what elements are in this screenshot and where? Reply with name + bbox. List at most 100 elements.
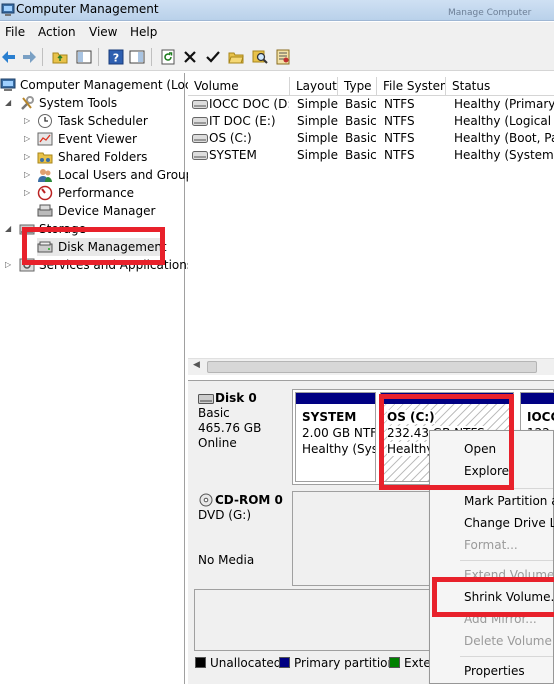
svg-text:?: ? xyxy=(113,52,119,65)
refresh-icon[interactable] xyxy=(160,49,176,65)
performance-icon xyxy=(37,185,53,201)
properties-icon[interactable] xyxy=(275,49,291,65)
drive-icon xyxy=(192,151,208,160)
clock-icon xyxy=(38,114,52,128)
column-header-status[interactable]: Status xyxy=(446,77,554,96)
menu-view[interactable]: View xyxy=(89,25,117,39)
column-header-volume[interactable]: Volume xyxy=(188,77,290,96)
show-hide-console-tree-icon[interactable] xyxy=(76,49,92,65)
expand-arrow-icon[interactable]: ▷ xyxy=(24,134,30,143)
tree-label-device-manager: Device Manager xyxy=(58,204,156,218)
volume-name: OS (C:) xyxy=(209,131,252,145)
tree-item-system-tools[interactable]: System Tools xyxy=(19,94,185,112)
background-window-title: Manage Computer xyxy=(448,8,532,18)
toolbar: ? xyxy=(0,43,554,71)
tree-item-computer-management[interactable]: Computer Management (Local xyxy=(0,76,202,94)
red-highlight-disk-management xyxy=(22,227,165,265)
partition-size: 2.00 GB NTFS xyxy=(302,426,375,440)
partition-name: IOCC xyxy=(527,410,554,424)
search-icon[interactable] xyxy=(252,49,268,65)
volume-fs: NTFS xyxy=(384,97,415,111)
column-header-file-system[interactable]: File System xyxy=(377,77,446,96)
tree-label-task-scheduler: Task Scheduler xyxy=(58,114,148,128)
volume-name: IT DOC (E:) xyxy=(209,114,276,128)
volume-name: SYSTEM xyxy=(209,148,257,162)
red-highlight-shrink-volume xyxy=(432,577,554,617)
open-folder-icon[interactable] xyxy=(228,49,244,65)
menu-item-delete-volume[interactable]: Delete Volume... xyxy=(464,634,554,648)
menu-action[interactable]: Action xyxy=(38,25,76,39)
volume-name: IOCC DOC (D:) xyxy=(209,97,289,111)
expand-arrow-icon[interactable]: ▷ xyxy=(5,260,11,269)
show-hide-action-pane-icon[interactable] xyxy=(129,49,145,65)
help-icon[interactable]: ? xyxy=(108,49,124,65)
column-header-type[interactable]: Type xyxy=(338,77,377,96)
menu-item-format[interactable]: Format... xyxy=(464,538,518,552)
scrollbar-thumb[interactable] xyxy=(207,361,537,373)
forward-arrow-icon[interactable] xyxy=(21,49,37,65)
table-row[interactable]: IOCC DOC (D:) Simple Basic NTFS Healthy … xyxy=(188,96,554,113)
collapse-arrow-icon[interactable]: ◢ xyxy=(5,224,11,233)
legend-primary-swatch xyxy=(279,657,290,668)
collapse-arrow-icon[interactable]: ◢ xyxy=(5,98,11,107)
toolbar-separator xyxy=(42,48,43,66)
cdrom-0-name: CD-ROM 0 xyxy=(215,493,283,507)
tree-label-local-users: Local Users and Groups xyxy=(58,168,200,182)
console-tree: Computer Management (Local ◢ System Tool… xyxy=(0,73,202,684)
table-row[interactable]: IT DOC (E:) Simple Basic NTFS Healthy (L… xyxy=(188,113,554,130)
cd-rom-icon xyxy=(199,493,213,507)
menu-item-mark-active[interactable]: Mark Partition as xyxy=(464,494,554,508)
tree-item-task-scheduler[interactable]: Task Scheduler xyxy=(37,112,185,130)
legend-unallocated-label: Unallocated xyxy=(210,656,282,670)
up-folder-icon[interactable] xyxy=(52,49,68,65)
volume-type: Basic xyxy=(345,148,377,162)
legend-primary-label: Primary partition xyxy=(294,656,396,670)
volume-layout: Simple xyxy=(297,131,338,145)
primary-partition-bar xyxy=(521,393,554,404)
tree-item-shared-folders[interactable]: Shared Folders xyxy=(37,148,185,166)
expand-arrow-icon[interactable]: ▷ xyxy=(24,188,30,197)
expand-arrow-icon[interactable]: ▷ xyxy=(24,116,30,125)
tree-item-local-users[interactable]: Local Users and Groups xyxy=(37,166,200,184)
menu-separator xyxy=(460,656,553,657)
hard-disk-icon xyxy=(198,394,214,404)
cdrom-0-media: No Media xyxy=(198,553,255,567)
menu-bar: File Action View Help xyxy=(0,22,554,43)
disk-0-name: Disk 0 xyxy=(215,391,257,405)
users-icon xyxy=(38,169,52,182)
menu-file[interactable]: File xyxy=(5,25,25,39)
expand-arrow-icon[interactable]: ▷ xyxy=(24,170,30,179)
disk-0-label[interactable]: Disk 0 Basic 465.76 GB Online xyxy=(194,389,292,485)
volume-type: Basic xyxy=(345,97,377,111)
volume-fs: NTFS xyxy=(384,148,415,162)
back-arrow-icon[interactable] xyxy=(1,49,17,65)
device-manager-icon xyxy=(37,204,53,217)
volume-status: Healthy (Boot, Pag xyxy=(454,131,554,145)
delete-icon[interactable] xyxy=(182,49,198,65)
menu-help[interactable]: Help xyxy=(130,25,157,39)
expand-arrow-icon[interactable]: ▷ xyxy=(24,152,30,161)
tree-item-device-manager[interactable]: Device Manager xyxy=(37,202,185,220)
primary-partition-bar xyxy=(296,393,375,404)
tree-item-performance[interactable]: Performance xyxy=(37,184,185,202)
volume-status: Healthy (Logical Dr xyxy=(454,114,554,128)
column-header-layout[interactable]: Layout xyxy=(290,77,338,96)
scroll-left-arrow-icon[interactable]: ◀ xyxy=(193,360,200,370)
drive-icon xyxy=(192,117,208,126)
volume-status: Healthy (System, A xyxy=(454,148,554,162)
tree-label-event-viewer: Event Viewer xyxy=(58,132,137,146)
menu-item-change-drive-letter[interactable]: Change Drive Let xyxy=(464,516,554,530)
table-row[interactable]: SYSTEM Simple Basic NTFS Healthy (System… xyxy=(188,147,554,164)
legend-unallocated-swatch xyxy=(195,657,206,668)
title-bar: Computer Management Manage Computer xyxy=(0,0,554,21)
partition-system[interactable]: SYSTEM 2.00 GB NTFS Healthy (Syst xyxy=(295,392,376,482)
checkmark-icon[interactable] xyxy=(205,49,221,65)
menu-item-properties[interactable]: Properties xyxy=(464,664,525,678)
drive-icon xyxy=(192,100,208,109)
volume-type: Basic xyxy=(345,114,377,128)
table-row[interactable]: OS (C:) Simple Basic NTFS Healthy (Boot,… xyxy=(188,130,554,147)
tree-item-event-viewer[interactable]: Event Viewer xyxy=(37,130,185,148)
cdrom-0-label[interactable]: CD-ROM 0 DVD (G:) No Media xyxy=(194,491,292,586)
horizontal-scrollbar[interactable]: ◀ xyxy=(188,358,554,375)
tree-label-system-tools: System Tools xyxy=(39,96,118,110)
